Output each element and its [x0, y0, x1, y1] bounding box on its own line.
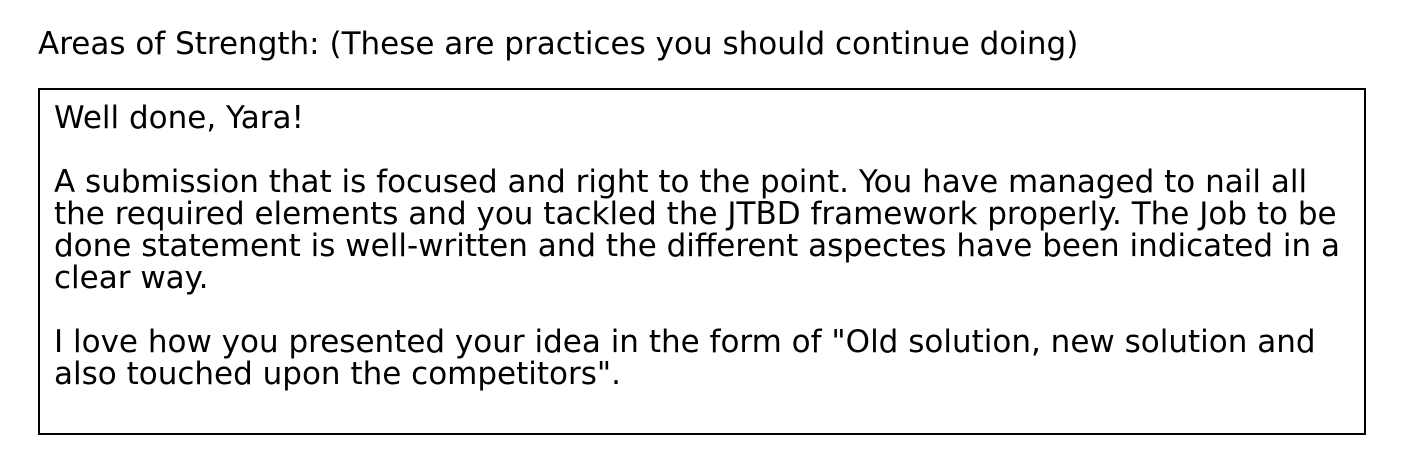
areas-of-strength-label: Areas of Strength: (These are practices … — [38, 26, 1079, 62]
feedback-paragraph-1: A submission that is focused and right t… — [54, 164, 1341, 296]
strengths-feedback-textbox[interactable]: Well done, Yara! A submission that is fo… — [38, 88, 1366, 435]
feedback-greeting: Well done, Yara! — [54, 100, 304, 136]
feedback-paragraph-2: I love how you presented your idea in th… — [54, 324, 1316, 392]
